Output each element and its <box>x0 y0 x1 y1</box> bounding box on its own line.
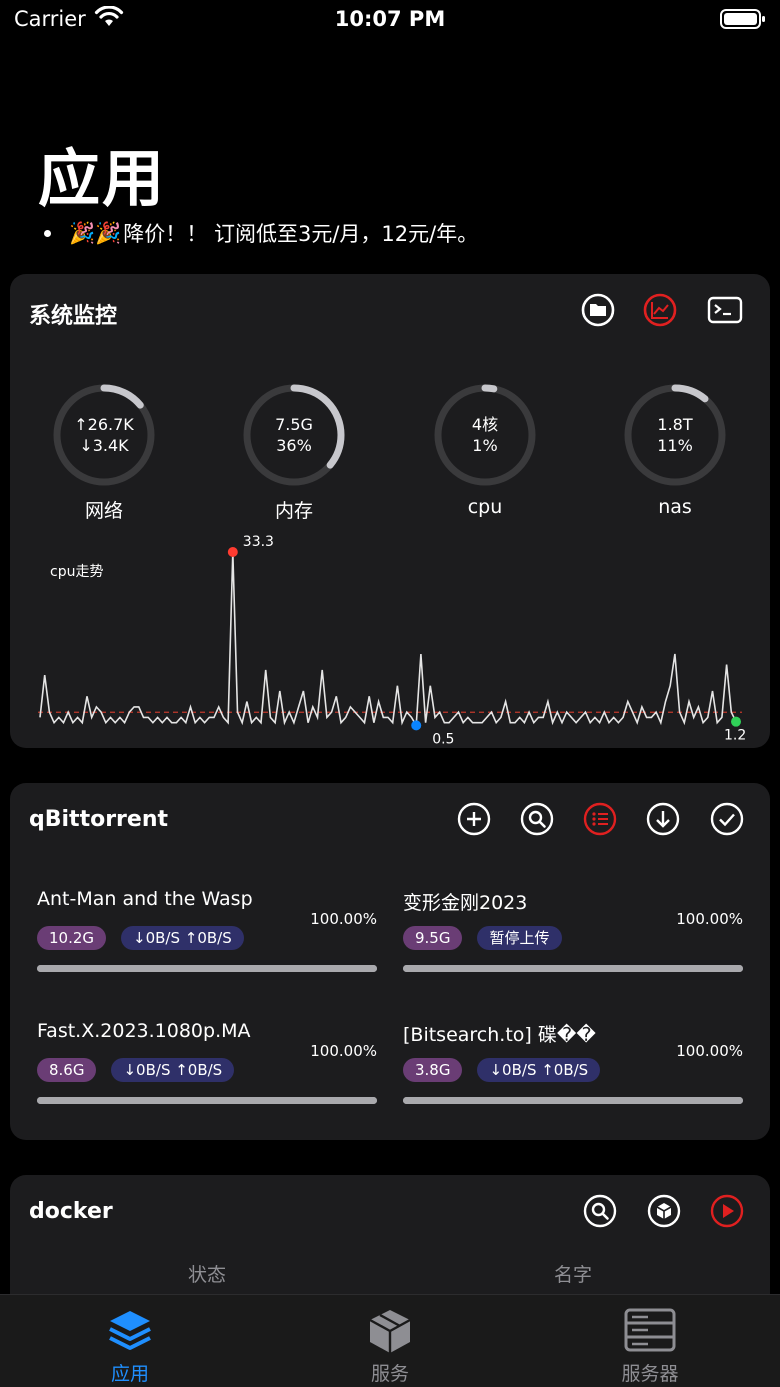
docker-title: docker <box>29 1199 113 1224</box>
status-bar: Carrier 10:07 PM <box>0 0 780 40</box>
torrent-percent: 100.00% <box>676 1042 743 1060</box>
system-monitor-card: 系统监控 ↑26.7K ↓3.4K 网络 7.5G 36% 内存 4核 1% cpu … <box>10 274 770 748</box>
add-icon[interactable] <box>456 801 492 837</box>
tab-services[interactable]: 服务 <box>290 1295 490 1386</box>
last-label: 1.2 <box>724 728 746 744</box>
gauge-label: 网络 <box>84 500 123 522</box>
torrent-name: Ant-Man and the Wasp <box>37 888 253 910</box>
progress-bar <box>37 965 377 972</box>
gauge-line2: 36% <box>276 436 312 455</box>
server-icon <box>550 1307 750 1357</box>
chart-icon[interactable] <box>642 292 678 328</box>
gauge-line1: 4核 <box>471 415 499 434</box>
folder-icon[interactable] <box>580 292 616 328</box>
last-point <box>731 716 741 727</box>
gauge-label: nas <box>658 496 692 518</box>
torrent-name: 变形金刚2023 <box>403 892 528 914</box>
tab-label: 服务器 <box>621 1363 679 1385</box>
chart-title: cpu走势 <box>50 564 103 580</box>
torrent-name: [Bitsearch.to] 碟�� <box>403 1024 596 1046</box>
max-point <box>227 547 238 557</box>
gauge-line1: 1.8T <box>657 415 693 434</box>
tab-bar: 应用 服务 服务器 <box>0 1294 780 1387</box>
tab-label: 服务 <box>370 1363 409 1385</box>
gauge-label: 内存 <box>274 500 313 522</box>
gauge-line2: 11% <box>657 436 693 455</box>
torrent-percent: 100.00% <box>676 910 743 928</box>
gauge-nas: 1.8T 11% nas <box>615 380 735 518</box>
min-label: 0.5 <box>432 731 454 747</box>
size-badge: 8.6G <box>37 1058 97 1082</box>
torrent-item[interactable]: Ant-Man and the Wasp 100.00% 10.2G ↓0B/S … <box>37 888 377 988</box>
list-icon[interactable] <box>582 801 618 837</box>
monitor-title: 系统监控 <box>29 304 118 329</box>
status-badge: 暂停上传 <box>477 926 562 950</box>
box-icon <box>290 1307 490 1357</box>
status-badge: ↓0B/S ↑0B/S <box>111 1058 235 1082</box>
qbit-title: qBittorrent <box>29 807 169 832</box>
progress-fill <box>37 1097 377 1104</box>
cube-icon[interactable] <box>646 1193 682 1229</box>
gauge-cpu: 4核 1% cpu <box>425 380 545 518</box>
column-header-name: 名字 <box>554 1264 593 1286</box>
progress-bar <box>403 1097 743 1104</box>
min-point <box>411 720 422 731</box>
gauge-line2: ↓3.4K <box>79 436 129 455</box>
qbittorrent-card: qBittorrent Ant-Man and the Wasp 100.00%… <box>10 783 770 1140</box>
size-badge: 10.2G <box>37 926 107 950</box>
column-header-status: 状态 <box>188 1264 227 1286</box>
progress-fill <box>37 965 377 972</box>
notice-text: 降价！！ 订阅低至3元/月，12元/年。 <box>123 222 479 246</box>
clock: 10:07 PM <box>334 7 446 31</box>
search-icon[interactable] <box>519 801 555 837</box>
gauge-memory: 7.5G 36% 内存 <box>234 380 354 523</box>
torrent-item[interactable]: [Bitsearch.to] 碟�� 100.00% 3.8G ↓0B/S ↑0B… <box>403 1020 743 1120</box>
play-icon[interactable] <box>709 1193 745 1229</box>
progress-fill <box>403 1097 743 1104</box>
gauge-network: ↑26.7K ↓3.4K 网络 <box>44 380 164 523</box>
max-label: 33.3 <box>243 534 274 550</box>
cpu-trend-chart: cpu走势 33.3 0.5 1.2 <box>38 534 746 747</box>
size-badge: 9.5G <box>403 926 463 950</box>
cpu-trend-line <box>39 551 737 729</box>
check-icon[interactable] <box>709 801 745 837</box>
status-badge: ↓0B/S ↑0B/S <box>477 1058 601 1082</box>
gauge-line2: 1% <box>472 436 498 455</box>
search-icon[interactable] <box>582 1193 618 1229</box>
torrent-item[interactable]: 变形金刚2023 100.00% 9.5G 暂停上传 <box>403 888 743 988</box>
status-badge: ↓0B/S ↑0B/S <box>121 926 244 950</box>
tab-apps[interactable]: 应用 <box>30 1295 230 1386</box>
progress-fill <box>403 965 743 972</box>
bullet <box>44 229 51 237</box>
tab-servers[interactable]: 服务器 <box>550 1295 750 1386</box>
battery-icon <box>720 8 766 34</box>
torrent-item[interactable]: Fast.X.2023.1080p.MA 100.00% 8.6G ↓0B/S ↑… <box>37 1020 377 1120</box>
party-emoji: 🎉🎉 <box>69 220 122 245</box>
torrent-percent: 100.00% <box>310 910 377 928</box>
size-badge: 3.8G <box>403 1058 463 1082</box>
gauge-line1: 7.5G <box>275 415 313 434</box>
notice-line: 🎉🎉 降价！！ 订阅低至3元/月，12元/年。 <box>44 218 478 248</box>
progress-bar <box>403 965 743 972</box>
gauge-label: cpu <box>467 496 503 518</box>
layers-icon <box>30 1307 230 1357</box>
terminal-icon[interactable] <box>707 292 743 328</box>
torrent-name: Fast.X.2023.1080p.MA <box>37 1020 251 1042</box>
gauge-line1: ↑26.7K <box>74 415 134 434</box>
progress-bar <box>37 1097 377 1104</box>
page-title: 应用 <box>38 142 167 215</box>
download-icon[interactable] <box>645 801 681 837</box>
torrent-percent: 100.00% <box>310 1042 377 1060</box>
tab-label: 应用 <box>110 1363 149 1385</box>
